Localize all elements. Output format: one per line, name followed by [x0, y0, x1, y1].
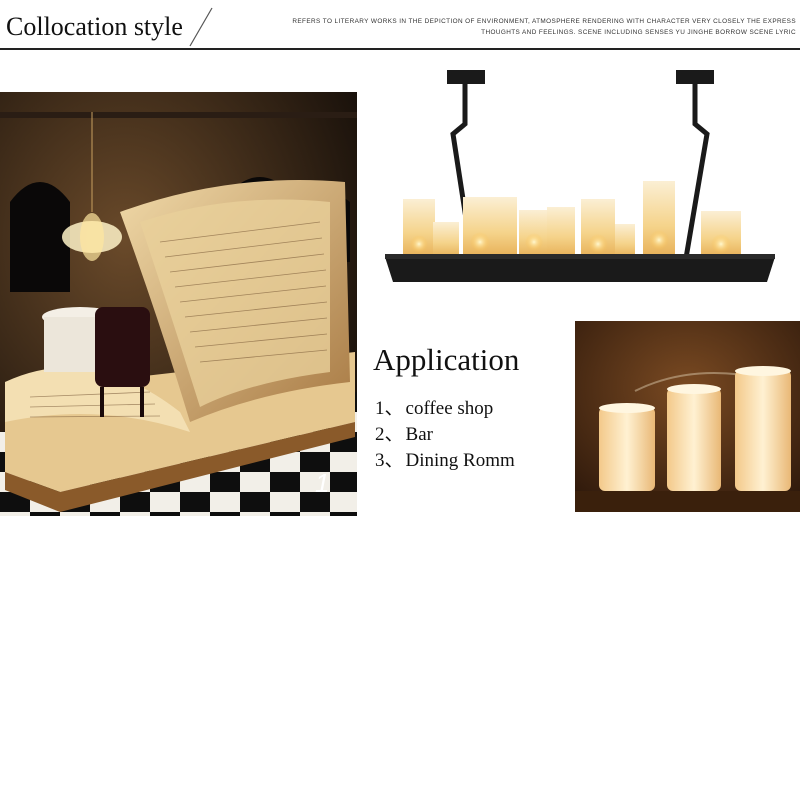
- tagline-line-1: REFERS TO LITERARY WORKS IN THE DEPICTIO…: [292, 18, 796, 25]
- header: Collocation style REFERS TO LITERARY WOR…: [0, 0, 800, 52]
- list-label: Bar: [405, 424, 433, 445]
- scene-number-label: 1: [315, 468, 329, 498]
- book-restaurant-illustration: 1: [0, 92, 357, 516]
- list-label: coffee shop: [405, 398, 494, 419]
- application-heading: Application: [373, 342, 520, 377]
- list-number: 3、: [375, 450, 404, 471]
- header-rule: [0, 48, 800, 50]
- application-item-bar: 2、 Bar: [375, 422, 515, 448]
- slash-divider-icon: [189, 7, 213, 47]
- tagline-line-2: THOUGHTS AND FEELINGS. SCENE INCLUDING S…: [481, 29, 796, 36]
- chandelier-product-photo: [385, 64, 780, 304]
- list-number: 2、: [375, 424, 404, 445]
- application-item-coffee-shop: 1、 coffee shop: [375, 396, 515, 422]
- list-number: 1、: [375, 398, 404, 419]
- candle-closeup-illustration: [575, 321, 800, 512]
- book-restaurant-photo: 1: [0, 92, 357, 516]
- application-item-dining-room: 3、 Dining Romm: [375, 448, 515, 474]
- application-list: 1、 coffee shop 2、 Bar 3、 Dining Romm: [375, 396, 515, 474]
- tagline: REFERS TO LITERARY WORKS IN THE DEPICTIO…: [276, 16, 796, 38]
- page-title: Collocation style: [6, 12, 183, 41]
- list-label: Dining Romm: [405, 450, 515, 471]
- candle-closeup-photo: [575, 321, 800, 512]
- chandelier-illustration: [385, 70, 775, 282]
